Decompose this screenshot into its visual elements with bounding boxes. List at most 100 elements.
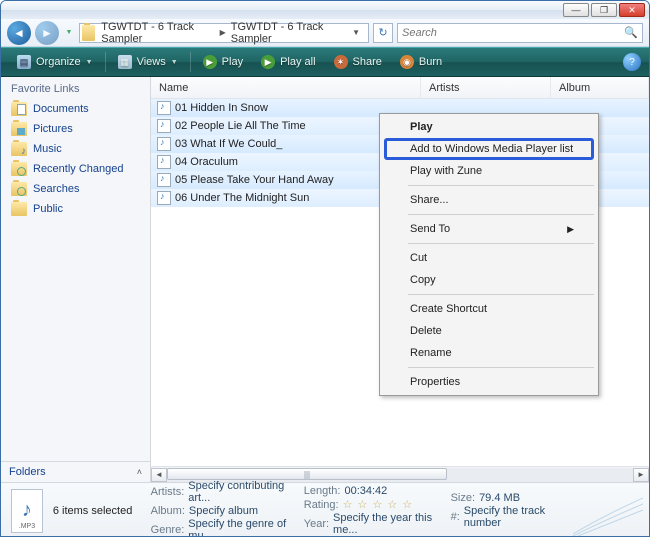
share-button[interactable]: ✶Share [326, 50, 390, 74]
menu-separator [408, 214, 594, 215]
menu-separator [408, 185, 594, 186]
size-value: 79.4 MB [479, 492, 520, 504]
audio-file-icon [157, 173, 171, 187]
audio-file-icon [157, 137, 171, 151]
play-icon: ▶ [203, 55, 217, 69]
audio-file-icon [157, 191, 171, 205]
search-input[interactable] [402, 27, 624, 39]
breadcrumb-seg[interactable]: TGWTDT - 6 Track Sampler [99, 21, 216, 45]
searches-icon [11, 182, 27, 196]
sidebar-item-searches[interactable]: Searches [1, 179, 150, 199]
close-button[interactable]: ✕ [619, 3, 645, 17]
maximize-button[interactable]: ❐ [591, 3, 617, 17]
burn-button[interactable]: ◉Burn [392, 50, 450, 74]
documents-icon [11, 102, 27, 116]
submenu-arrow-icon: ▶ [567, 224, 574, 235]
search-box[interactable]: 🔍 [397, 23, 643, 43]
sidebar-item-documents[interactable]: Documents [1, 99, 150, 119]
column-artists[interactable]: Artists [421, 77, 551, 98]
organize-button[interactable]: ▤Organize▼ [9, 50, 101, 74]
scroll-right-button[interactable]: ► [633, 468, 649, 482]
refresh-button[interactable]: ↻ [373, 23, 393, 43]
file-type-icon: .MP3 [11, 489, 43, 533]
chevron-down-icon: ▼ [86, 59, 93, 66]
length-label: Length: [304, 485, 341, 497]
breadcrumb-dropdown[interactable]: ▼ [346, 28, 366, 37]
audio-file-icon [157, 119, 171, 133]
folders-toggle[interactable]: Folders˄ [1, 461, 150, 482]
recent-icon [11, 162, 27, 176]
nav-row: ◄ ► ▼ TGWTDT - 6 Track Sampler ▶ TGWTDT … [1, 19, 649, 47]
help-button[interactable]: ? [623, 53, 641, 71]
folder-icon [82, 25, 95, 41]
command-bar: ▤Organize▼ ▦Views▼ ▶Play ▶Play all ✶Shar… [1, 47, 649, 77]
sidebar: Favorite Links Documents Pictures Music … [1, 77, 151, 482]
play-all-icon: ▶ [261, 55, 275, 69]
sidebar-item-recently-changed[interactable]: Recently Changed [1, 159, 150, 179]
forward-button[interactable]: ► [35, 21, 59, 45]
track-value[interactable]: Specify the track number [464, 505, 569, 529]
ctx-play[interactable]: Play [382, 116, 596, 138]
genre-label: Genre: [151, 524, 185, 536]
chevron-down-icon: ▼ [171, 59, 178, 66]
ctx-zune[interactable]: Play with Zune [382, 160, 596, 182]
ctx-share[interactable]: Share... [382, 189, 596, 211]
audio-file-icon [157, 155, 171, 169]
ctx-rename[interactable]: Rename [382, 342, 596, 364]
file-ext-label: .MP3 [19, 523, 35, 530]
views-icon: ▦ [118, 55, 132, 69]
public-icon [11, 202, 27, 216]
titlebar: — ❐ ✕ [1, 1, 649, 19]
artists-label: Artists: [151, 486, 185, 498]
audio-file-icon [157, 101, 171, 115]
sidebar-item-pictures[interactable]: Pictures [1, 119, 150, 139]
nav-history-dropdown[interactable]: ▼ [63, 23, 75, 43]
breadcrumb-seg[interactable]: TGWTDT - 6 Track Sampler [229, 21, 346, 45]
organize-icon: ▤ [17, 55, 31, 69]
artists-value[interactable]: Specify contributing art... [188, 480, 293, 504]
chevron-up-icon: ˄ [137, 467, 142, 477]
album-value[interactable]: Specify album [189, 505, 258, 517]
length-value: 00:34:42 [344, 485, 387, 497]
ctx-properties[interactable]: Properties [382, 371, 596, 393]
breadcrumb[interactable]: TGWTDT - 6 Track Sampler ▶ TGWTDT - 6 Tr… [79, 23, 369, 43]
minimize-button[interactable]: — [563, 3, 589, 17]
chevron-right-icon[interactable]: ▶ [217, 28, 229, 37]
size-label: Size: [451, 492, 475, 504]
menu-separator [408, 367, 594, 368]
ctx-send-to[interactable]: Send To▶ [382, 218, 596, 240]
sidebar-header: Favorite Links [1, 77, 150, 99]
sidebar-item-music[interactable]: Music [1, 139, 150, 159]
rating-value[interactable]: ☆ ☆ ☆ ☆ ☆ [343, 498, 414, 511]
year-value[interactable]: Specify the year this me... [333, 512, 441, 536]
ctx-add-wmp[interactable]: Add to Windows Media Player list [382, 138, 596, 160]
search-icon: 🔍 [624, 26, 638, 39]
year-label: Year: [304, 518, 329, 530]
ctx-delete[interactable]: Delete [382, 320, 596, 342]
album-label: Album: [151, 505, 185, 517]
menu-separator [408, 243, 594, 244]
play-button[interactable]: ▶Play [195, 50, 251, 74]
play-all-button[interactable]: ▶Play all [253, 50, 323, 74]
explorer-window: — ❐ ✕ ◄ ► ▼ TGWTDT - 6 Track Sampler ▶ T… [0, 0, 650, 537]
genre-value[interactable]: Specify the genre of mu... [188, 518, 293, 537]
back-button[interactable]: ◄ [7, 21, 31, 45]
ctx-copy[interactable]: Copy [382, 269, 596, 291]
ctx-create-shortcut[interactable]: Create Shortcut [382, 298, 596, 320]
context-menu: Play Add to Windows Media Player list Pl… [379, 113, 599, 396]
views-button[interactable]: ▦Views▼ [110, 50, 186, 74]
share-icon: ✶ [334, 55, 348, 69]
column-headers: Name Artists Album [151, 77, 649, 99]
ctx-cut[interactable]: Cut [382, 247, 596, 269]
sidebar-item-public[interactable]: Public [1, 199, 150, 219]
pictures-icon [11, 122, 27, 136]
rating-label: Rating: [304, 499, 339, 511]
column-name[interactable]: Name [151, 77, 421, 98]
track-label: #: [451, 511, 460, 523]
music-icon [11, 142, 27, 156]
selection-title: 6 items selected [53, 505, 132, 517]
column-album[interactable]: Album [551, 77, 649, 98]
scroll-thumb[interactable] [167, 468, 447, 480]
separator [190, 52, 191, 72]
burn-icon: ◉ [400, 55, 414, 69]
